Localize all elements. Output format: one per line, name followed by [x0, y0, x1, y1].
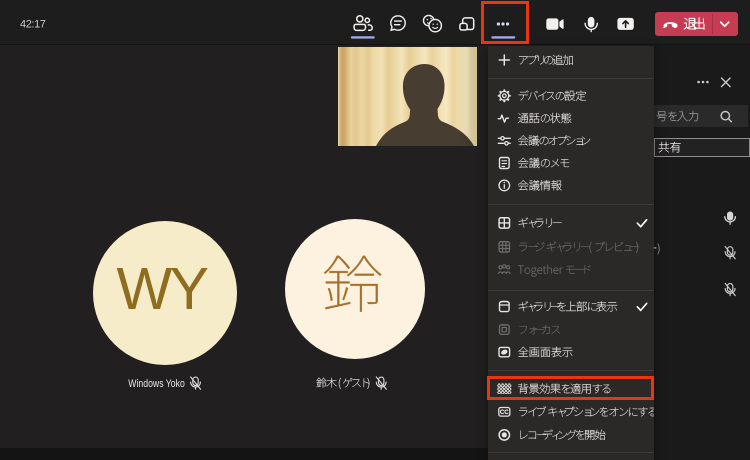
svg-text:42:17: 42:17	[20, 18, 46, 30]
svg-text:WY: WY	[116, 256, 208, 322]
svg-text:Windows Yoko: Windows Yoko	[128, 378, 185, 390]
